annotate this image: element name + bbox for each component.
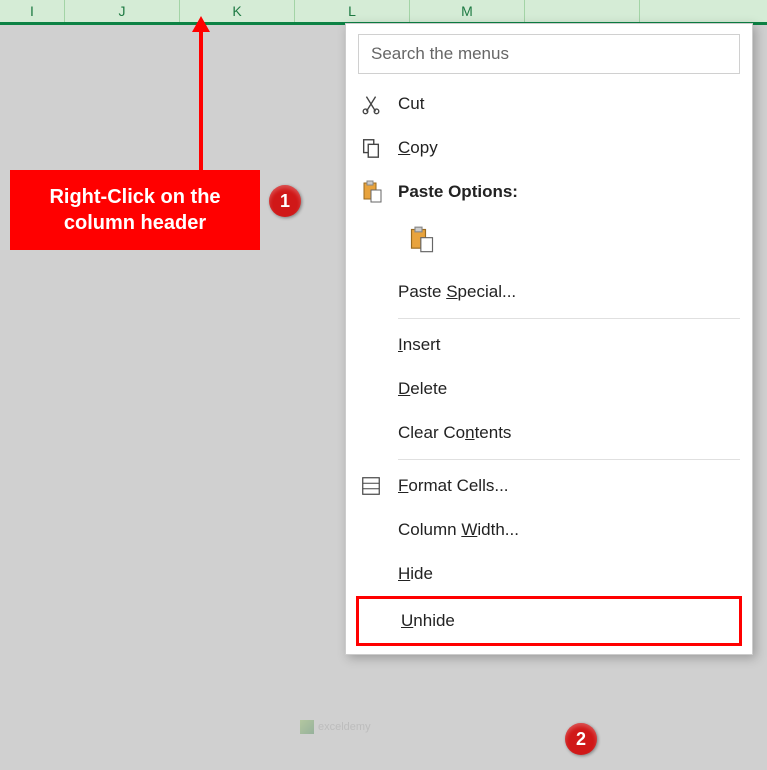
- paste-options-row: [346, 214, 752, 270]
- menu-separator: [398, 318, 740, 319]
- callout-line2: column header: [20, 210, 250, 236]
- menu-search-input[interactable]: Search the menus: [358, 34, 740, 74]
- column-header-blank[interactable]: [525, 0, 640, 22]
- menu-label: Insert: [398, 335, 738, 355]
- copy-icon: [360, 137, 398, 159]
- context-menu: Search the menus Cut Copy Paste Options:…: [345, 23, 753, 655]
- menu-label: Column Width...: [398, 520, 738, 540]
- menu-item-paste-special[interactable]: Paste Special...: [346, 270, 752, 314]
- callout-line1: Right-Click on the: [20, 184, 250, 210]
- column-header-i[interactable]: I: [0, 0, 65, 22]
- column-header-m[interactable]: M: [410, 0, 525, 22]
- menu-label: Paste Options:: [398, 182, 738, 202]
- menu-label: Delete: [398, 379, 738, 399]
- menu-item-hide[interactable]: Hide: [346, 552, 752, 596]
- column-header-j[interactable]: J: [65, 0, 180, 22]
- paste-default-button[interactable]: [402, 220, 442, 260]
- menu-item-cut[interactable]: Cut: [346, 82, 752, 126]
- menu-item-copy[interactable]: Copy: [346, 126, 752, 170]
- menu-item-delete[interactable]: Delete: [346, 367, 752, 411]
- menu-label: Clear Contents: [398, 423, 738, 443]
- watermark: exceldemy: [300, 720, 371, 734]
- menu-item-unhide[interactable]: Unhide: [359, 599, 739, 643]
- menu-label: Copy: [398, 138, 738, 158]
- menu-label: Hide: [398, 564, 738, 584]
- menu-label: Paste Special...: [398, 282, 738, 302]
- menu-item-format-cells[interactable]: Format Cells...: [346, 464, 752, 508]
- watermark-icon: [300, 720, 314, 734]
- watermark-text: exceldemy: [318, 721, 371, 733]
- cut-icon: [360, 93, 398, 115]
- menu-item-paste-options: Paste Options:: [346, 170, 752, 214]
- menu-separator: [398, 459, 740, 460]
- callout-arrow: [199, 30, 203, 170]
- menu-item-clear-contents[interactable]: Clear Contents: [346, 411, 752, 455]
- unhide-highlight: Unhide: [356, 596, 742, 646]
- step-badge-1: 1: [269, 185, 301, 217]
- menu-label: Cut: [398, 94, 738, 114]
- paste-icon: [360, 180, 398, 204]
- callout-box: Right-Click on the column header: [10, 170, 260, 250]
- format-cells-icon: [360, 475, 398, 497]
- menu-item-column-width[interactable]: Column Width...: [346, 508, 752, 552]
- column-header-l[interactable]: L: [295, 0, 410, 22]
- menu-label: Unhide: [401, 611, 725, 631]
- menu-label: Format Cells...: [398, 476, 738, 496]
- menu-item-insert[interactable]: Insert: [346, 323, 752, 367]
- column-headers: I J K L M: [0, 0, 767, 25]
- step-badge-2: 2: [565, 723, 597, 755]
